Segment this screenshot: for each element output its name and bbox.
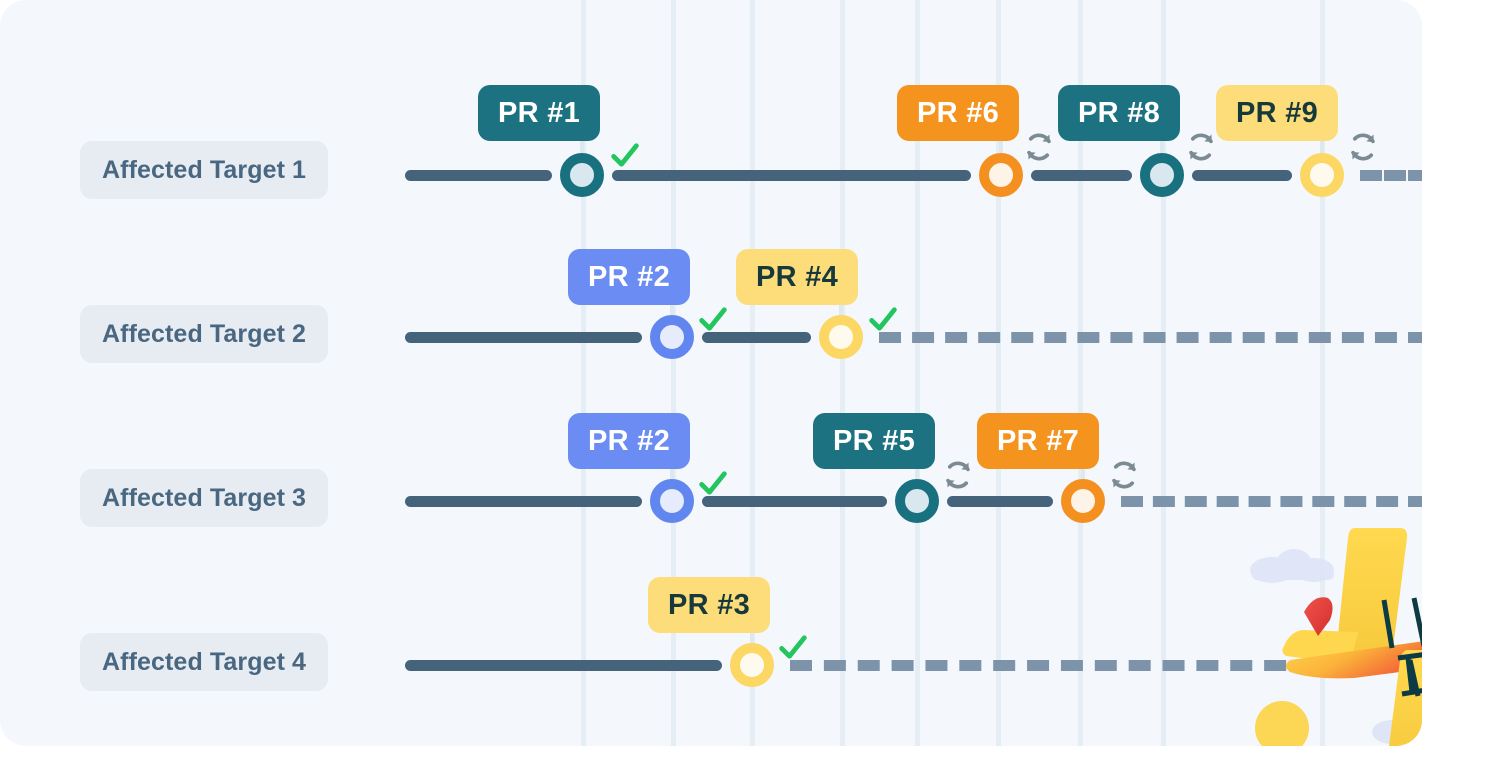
badge-stem	[1160, 141, 1164, 153]
pending-track-segment	[1360, 170, 1422, 181]
track-segment	[405, 332, 642, 343]
check-icon	[776, 630, 810, 664]
timeline-node[interactable]	[895, 479, 939, 523]
track-segment	[405, 496, 642, 507]
timeline-node[interactable]	[650, 479, 694, 523]
airplane-illustration	[1232, 520, 1422, 746]
pr-badge[interactable]: PR #1	[478, 85, 601, 141]
timeline-node[interactable]	[650, 315, 694, 359]
sync-icon	[1346, 130, 1380, 164]
badge-stem	[580, 141, 584, 153]
lower-wing-shape	[1389, 650, 1422, 746]
badge-stem	[915, 469, 919, 479]
landing-gear-shape	[1397, 652, 1422, 697]
row-label-target-1[interactable]: Affected Target 1	[80, 141, 329, 199]
badge-stem	[750, 633, 754, 643]
timeline-node[interactable]	[560, 153, 604, 197]
track-segment	[1192, 170, 1292, 181]
sync-icon	[941, 458, 975, 492]
timeline-node[interactable]	[1061, 479, 1105, 523]
screenshot-root: Affected Target 1 PR #1 PR #6 PR #8 PR #9 Aff…	[0, 0, 1500, 760]
track-segment	[1031, 170, 1132, 181]
badge-stem	[1320, 141, 1324, 153]
pr-badge[interactable]: PR #9	[1216, 85, 1339, 141]
check-icon	[696, 466, 730, 500]
timeline-node[interactable]	[730, 643, 774, 687]
row-label-target-3[interactable]: Affected Target 3	[80, 469, 329, 527]
pr-badge[interactable]: PR #7	[977, 413, 1100, 469]
track-segment	[405, 660, 722, 671]
fuselage-shape	[1286, 641, 1422, 679]
gridline-3	[840, 0, 845, 746]
sync-icon	[1022, 130, 1056, 164]
gridline-1	[671, 0, 676, 746]
row-label-target-2[interactable]: Affected Target 2	[80, 305, 329, 363]
badge-stem	[999, 141, 1003, 153]
sync-icon	[1107, 458, 1141, 492]
cloud-shape-2	[1372, 712, 1422, 744]
pending-track-segment	[879, 332, 1422, 343]
sun-shape	[1255, 701, 1309, 746]
timeline-node[interactable]	[979, 153, 1023, 197]
pr-badge[interactable]: PR #3	[648, 577, 771, 633]
check-icon	[608, 138, 642, 172]
pending-track-segment	[1121, 496, 1422, 507]
strut-shape	[1381, 597, 1422, 697]
pr-badge[interactable]: PR #2	[568, 413, 691, 469]
upper-wing-shape	[1335, 528, 1408, 664]
pr-badge[interactable]: PR #6	[897, 85, 1020, 141]
timeline-node[interactable]	[819, 315, 863, 359]
timeline-card: Affected Target 1 PR #1 PR #6 PR #8 PR #9 Aff…	[0, 0, 1422, 746]
track-segment	[947, 496, 1053, 507]
timeline-row: Affected Target 4 PR #3	[0, 0, 1422, 691]
sync-icon	[1184, 130, 1218, 164]
badge-stem	[670, 469, 674, 479]
pr-badge[interactable]: PR #4	[736, 249, 859, 305]
badge-stem	[839, 305, 843, 315]
track-segment	[405, 170, 552, 181]
badge-stem	[1081, 469, 1085, 479]
pending-track-segment	[790, 660, 1320, 671]
track-segment	[612, 170, 971, 181]
pr-badge[interactable]: PR #8	[1058, 85, 1181, 141]
rudder-shape	[1304, 597, 1333, 636]
row-label-target-4[interactable]: Affected Target 4	[80, 633, 329, 691]
pr-badge[interactable]: PR #2	[568, 249, 691, 305]
timeline-node[interactable]	[1140, 153, 1184, 197]
pr-badge[interactable]: PR #5	[813, 413, 936, 469]
check-icon	[866, 302, 900, 336]
badge-stem	[670, 305, 674, 315]
timeline-node[interactable]	[1300, 153, 1344, 197]
check-icon	[696, 302, 730, 336]
